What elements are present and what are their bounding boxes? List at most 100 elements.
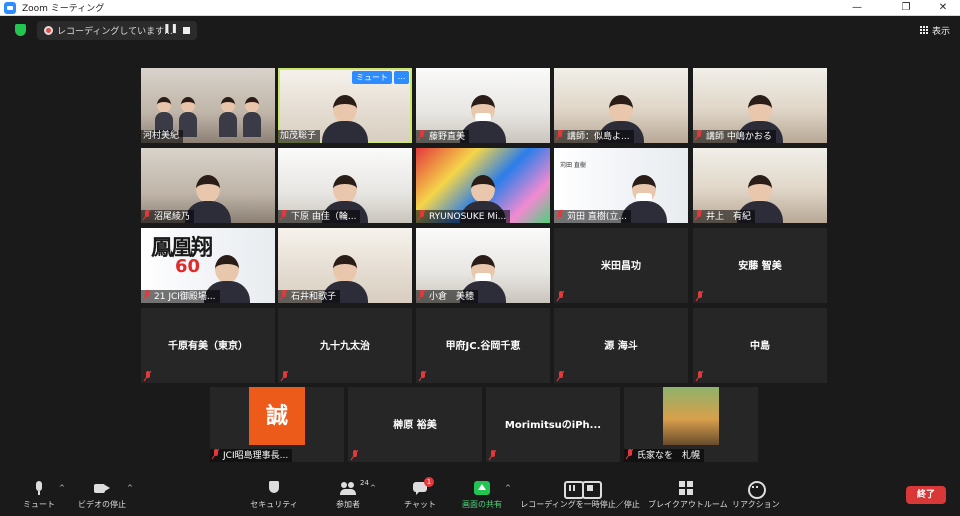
grid-view-icon [919, 26, 929, 35]
gallery-view: 河村美紀 ミュート ... 加茂聡子 藤野直美 講師：似島よ... 講師 中嶋か… [0, 44, 960, 476]
participant-tile[interactable]: 河村美紀 [141, 68, 275, 143]
record-stop-icon[interactable] [582, 481, 602, 499]
end-meeting-button[interactable]: 終了 [906, 486, 946, 504]
participant-video [219, 97, 237, 137]
participant-tile[interactable]: 鳳凰翔 60 21 JCI御殿場... [141, 228, 275, 303]
participant-tile[interactable]: 沼尾綾乃 [141, 148, 275, 223]
muted-mic-icon [556, 210, 564, 220]
participant-name: 講師 中嶋かおる [693, 130, 776, 143]
participant-tile[interactable]: 苅田 直樹 苅田 直樹(立... [554, 148, 688, 223]
view-label: 表示 [931, 27, 950, 37]
participant-name: JCI昭島理事長... [210, 449, 293, 462]
video-options-caret[interactable]: ^ [127, 484, 133, 492]
stop-video-button[interactable]: ビデオの停止 [76, 481, 128, 515]
profile-picture [663, 387, 719, 445]
participant-video [322, 91, 368, 143]
muted-mic-icon [557, 371, 565, 381]
participant-tile[interactable]: 誠 JCI昭島理事長... [210, 387, 344, 462]
participant-name: 中島 [750, 341, 770, 352]
recording-indicator: レコーディングしています... ❚❚ [37, 21, 197, 40]
muted-mic-icon [626, 449, 634, 459]
audio-options-caret[interactable]: ^ [59, 484, 65, 492]
share-options-caret[interactable]: ^ [505, 484, 511, 492]
participant-tile[interactable]: RYUNOSUKE Mi... [416, 148, 550, 223]
muted-mic-icon [143, 210, 151, 220]
participant-name: 源 海斗 [604, 341, 638, 352]
participant-name: 井上 有紀 [693, 210, 756, 223]
chat-icon: 1 [412, 477, 434, 495]
participants-button[interactable]: 24 参加者 [330, 479, 369, 515]
participant-tile[interactable]: 千原有美（東京） [141, 308, 275, 383]
participant-tile[interactable]: 講師：似島よ... [554, 68, 688, 143]
muted-mic-icon [144, 371, 152, 381]
meeting-controls: ミュート ^ ビデオの停止 ^ セキュリティ 24 参加者 ^ 1 チャット 画… [0, 476, 960, 516]
muted-mic-icon [696, 371, 704, 381]
participant-tile[interactable]: 源 海斗 [554, 308, 688, 383]
participant-tile[interactable]: 甲府JC.谷岡千恵 [416, 308, 550, 383]
muted-mic-icon [418, 290, 426, 300]
participant-tile[interactable]: 榊原 裕美 [348, 387, 482, 462]
participant-tile[interactable]: 小倉 美穂 [416, 228, 550, 303]
participant-name: 小倉 美穂 [416, 290, 479, 303]
participant-name: 苅田 直樹(立... [554, 210, 631, 223]
participant-tile[interactable]: 藤野直美 [416, 68, 550, 143]
muted-mic-icon [556, 130, 564, 140]
tile-mute-button[interactable]: ミュート [352, 71, 392, 84]
recording-stop-button[interactable] [183, 27, 190, 34]
participant-tile[interactable]: 米田昌功 [554, 228, 688, 303]
chat-unread-badge: 1 [424, 477, 434, 487]
muted-mic-icon [143, 290, 151, 300]
participant-tile[interactable]: MorimitsuのiPh... [486, 387, 620, 462]
meeting-topbar: レコーディングしています... ❚❚ 表示 [0, 16, 960, 44]
share-screen-button[interactable]: 画面の共有 [458, 481, 506, 515]
participant-tile[interactable]: 安藤 智美 [693, 228, 827, 303]
window-titlebar: Zoom ミーティング — ❐ ✕ [0, 0, 960, 16]
participant-name: 九十九太治 [320, 341, 370, 352]
muted-mic-icon [557, 291, 565, 301]
reactions-icon [747, 481, 766, 499]
mute-button[interactable]: ミュート [20, 481, 58, 515]
participant-tile[interactable]: 中島 [693, 308, 827, 383]
participant-tile[interactable]: 石井和歌子 [278, 228, 412, 303]
participant-tile[interactable]: 講師 中嶋かおる [693, 68, 827, 143]
participant-tile-active-speaker[interactable]: ミュート ... 加茂聡子 [278, 68, 412, 143]
recording-controls[interactable]: レコーディングを一時停止／停止 [518, 481, 642, 515]
muted-mic-icon [280, 290, 288, 300]
reactions-button[interactable]: リアクション [732, 481, 780, 515]
participant-name: 氏家なを 札幌 [624, 449, 705, 462]
view-button[interactable]: 表示 [919, 24, 950, 37]
profile-picture: 誠 [249, 387, 305, 445]
participant-name: 21 JCI御殿場... [141, 290, 220, 303]
tile-more-button[interactable]: ... [394, 71, 409, 84]
participant-tile[interactable]: 九十九太治 [278, 308, 412, 383]
close-button[interactable]: ✕ [928, 0, 958, 16]
participant-tile[interactable]: 氏家なを 札幌 [624, 387, 758, 462]
muted-mic-icon [695, 210, 703, 220]
muted-mic-icon [489, 450, 497, 460]
participant-name: 石井和歌子 [278, 290, 341, 303]
chat-button[interactable]: 1 チャット [402, 477, 438, 515]
participant-name: 安藤 智美 [738, 261, 782, 272]
participant-tile[interactable]: 下原 由佳（輪... [278, 148, 412, 223]
breakout-rooms-icon [678, 481, 694, 495]
muted-mic-icon [418, 130, 426, 140]
participants-options-caret[interactable]: ^ [370, 484, 376, 492]
participant-tile[interactable]: 井上 有紀 [693, 148, 827, 223]
participant-name: 加茂聡子 [278, 130, 321, 143]
recording-status-text: レコーディングしています... [57, 27, 173, 37]
participant-name: RYUNOSUKE Mi... [416, 210, 511, 223]
window-title: Zoom ミーティング [22, 4, 105, 14]
muted-mic-icon [419, 371, 427, 381]
security-button[interactable]: セキュリティ [250, 481, 298, 515]
security-shield-icon[interactable] [15, 24, 26, 36]
muted-mic-icon [281, 371, 289, 381]
recording-pause-button[interactable]: ❚❚ [163, 24, 178, 34]
muted-mic-icon [280, 210, 288, 220]
record-pause-icon[interactable] [564, 481, 584, 499]
breakout-rooms-button[interactable]: ブレイクアウトルーム [648, 481, 728, 515]
maximize-button[interactable]: ❐ [891, 0, 921, 16]
minimize-button[interactable]: — [842, 0, 872, 16]
muted-mic-icon [695, 130, 703, 140]
participants-icon: 24 [340, 479, 369, 495]
participant-name: 下原 由佳（輪... [278, 210, 361, 223]
